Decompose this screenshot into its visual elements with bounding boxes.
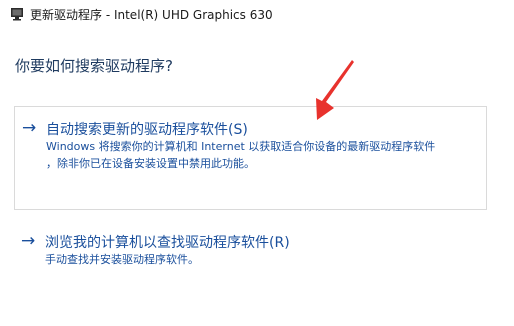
auto-search-desc-line1: Windows 将搜索你的计算机和 Internet 以获取适合你设备的最新驱动… bbox=[46, 140, 436, 153]
window-title: 更新驱动程序 - Intel(R) UHD Graphics 630 bbox=[30, 8, 273, 22]
arrow-right-icon: → bbox=[21, 231, 36, 251]
auto-search-option[interactable]: → 自动搜索更新的驱动程序软件(S) Windows 将搜索你的计算机和 Int… bbox=[14, 106, 487, 210]
monitor-icon bbox=[11, 8, 23, 21]
auto-search-title: 自动搜索更新的驱动程序软件(S) bbox=[46, 122, 248, 138]
auto-search-desc-line2: ，除非你已在设备安装设置中禁用此功能。 bbox=[46, 157, 255, 170]
auto-search-description: Windows 将搜索你的计算机和 Internet 以获取适合你设备的最新驱动… bbox=[46, 138, 486, 172]
red-pointer-arrow-icon bbox=[316, 60, 354, 120]
browse-computer-option[interactable]: → 浏览我的计算机以查找驱动程序软件(R) 手动查找并安装驱动程序软件。 bbox=[14, 226, 487, 276]
title-bar: 更新驱动程序 - Intel(R) UHD Graphics 630 bbox=[0, 0, 514, 30]
page-title: 你要如何搜索驱动程序? bbox=[15, 57, 173, 75]
browse-computer-title: 浏览我的计算机以查找驱动程序软件(R) bbox=[45, 235, 290, 251]
browse-computer-description: 手动查找并安装驱动程序软件。 bbox=[45, 253, 199, 266]
arrow-right-icon: → bbox=[22, 118, 37, 138]
